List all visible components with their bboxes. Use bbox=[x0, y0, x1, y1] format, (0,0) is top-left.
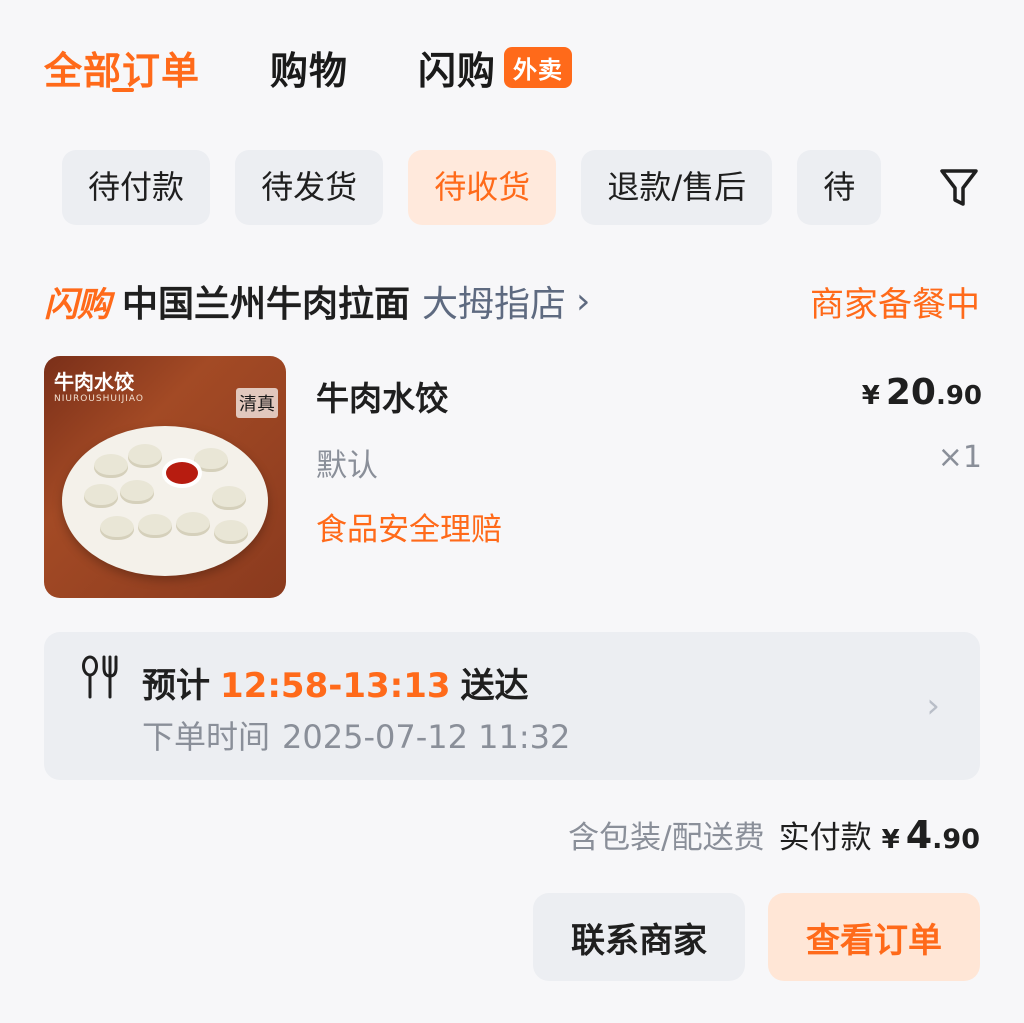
cutlery-icon bbox=[82, 655, 118, 699]
tab-shopping-label: 购物 bbox=[270, 49, 349, 93]
delivery-info-card[interactable]: 预计 12:58-13:13 送达 下单时间 2025-07-12 11:32 › bbox=[44, 632, 980, 780]
dumpling-graphic bbox=[212, 486, 246, 510]
eta-suffix: 送达 bbox=[460, 666, 529, 706]
tab-all-orders-label: 全部订单 bbox=[44, 49, 201, 93]
fee-note: 含包装/配送费 bbox=[568, 820, 765, 856]
dumpling-graphic bbox=[128, 444, 162, 468]
order-type-tabs: 全部订单 购物 闪购 外卖 bbox=[44, 40, 642, 100]
filter-icon[interactable] bbox=[938, 166, 980, 210]
order-time: 下单时间 2025-07-12 11:32 bbox=[142, 712, 570, 758]
dumpling-graphic bbox=[176, 512, 210, 536]
contact-merchant-button[interactable]: 联系商家 bbox=[533, 893, 745, 981]
chip-more[interactable]: 待 bbox=[797, 150, 882, 225]
store-name: 中国兰州牛肉拉面 bbox=[122, 284, 411, 325]
product-spec: 默认 bbox=[316, 448, 378, 484]
price-currency: ¥ bbox=[861, 381, 880, 411]
product-name: 牛肉水饺 bbox=[316, 379, 448, 418]
order-list-page: 全部订单 购物 闪购 外卖 待付款 待发货 待收货 退款/售后 待 闪购 中国兰州… bbox=[0, 0, 1024, 1023]
tab-flash-buy-label: 闪购 bbox=[418, 49, 497, 93]
product-quantity: ×1 bbox=[937, 440, 982, 475]
chip-pending-receipt[interactable]: 待收货 bbox=[408, 150, 557, 225]
store-branch: 大拇指店 bbox=[422, 284, 567, 325]
order-time-value: 2025-07-12 11:32 bbox=[282, 718, 571, 756]
dumpling-graphic bbox=[94, 454, 128, 478]
total-decimal: .90 bbox=[932, 824, 980, 855]
price-decimal: .90 bbox=[935, 381, 982, 411]
chevron-right-icon[interactable]: › bbox=[576, 281, 590, 322]
active-tab-indicator bbox=[112, 88, 134, 92]
image-caption-pinyin: NIUROUSHUIJIAO bbox=[54, 394, 145, 404]
chip-pending-shipment[interactable]: 待发货 bbox=[235, 150, 384, 225]
chevron-right-icon: › bbox=[926, 686, 940, 726]
tab-all-orders[interactable]: 全部订单 bbox=[44, 40, 200, 95]
flash-buy-logo: 闪购 bbox=[44, 284, 111, 325]
tab-flash-buy[interactable]: 闪购 外卖 bbox=[418, 40, 573, 95]
food-safety-claim-link[interactable]: 食品安全理赔 bbox=[316, 504, 502, 549]
takeout-badge: 外卖 bbox=[504, 47, 573, 88]
total-integer: 4 bbox=[905, 813, 933, 857]
estimated-delivery: 预计 12:58-13:13 送达 bbox=[142, 658, 529, 707]
view-order-button[interactable]: 查看订单 bbox=[768, 893, 980, 981]
tab-shopping[interactable]: 购物 bbox=[270, 40, 348, 95]
product-image[interactable]: 牛肉水饺 NIUROUSHUIJIAO 清真 bbox=[44, 356, 286, 598]
dumpling-graphic bbox=[84, 484, 118, 508]
chili-sauce-graphic bbox=[162, 458, 202, 488]
store-name-link[interactable]: 中国兰州牛肉拉面 大拇指店 bbox=[122, 275, 566, 327]
order-status: 商家备餐中 bbox=[810, 284, 980, 325]
status-filter-chips: 待付款 待发货 待收货 退款/售后 待 bbox=[62, 150, 917, 225]
halal-tag: 清真 bbox=[236, 388, 278, 418]
total-currency: ¥ bbox=[881, 825, 900, 855]
dumpling-graphic bbox=[138, 514, 172, 538]
price-integer: 20 bbox=[885, 372, 936, 413]
eta-time-range: 12:58-13:13 bbox=[220, 666, 451, 706]
order-total: 含包装/配送费 实付款 ¥4.90 bbox=[568, 812, 980, 857]
dumpling-graphic bbox=[214, 520, 248, 544]
dumpling-graphic bbox=[120, 480, 154, 504]
eta-prefix: 预计 bbox=[142, 666, 210, 706]
chip-refund-aftersale[interactable]: 退款/售后 bbox=[581, 150, 773, 225]
order-time-label: 下单时间 bbox=[142, 718, 271, 756]
store-header: 闪购 中国兰州牛肉拉面 大拇指店 › 商家备餐中 bbox=[44, 276, 980, 326]
paid-label: 实付款 bbox=[778, 820, 872, 856]
product-price: ¥20.90 bbox=[862, 372, 982, 413]
dumpling-graphic bbox=[100, 516, 134, 540]
image-caption: 牛肉水饺 bbox=[54, 370, 134, 394]
chip-pending-payment[interactable]: 待付款 bbox=[62, 150, 211, 225]
